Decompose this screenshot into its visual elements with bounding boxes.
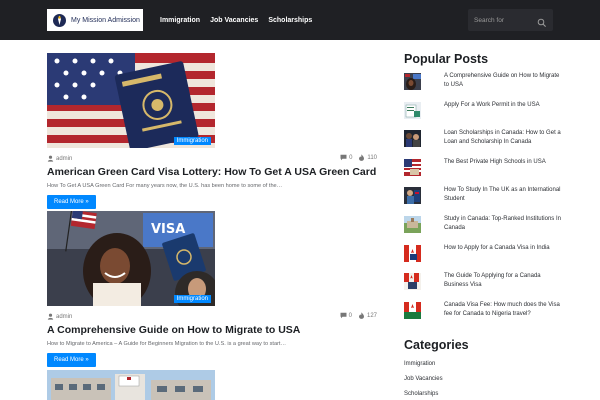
comment-count[interactable]: 0 bbox=[349, 313, 352, 319]
popular-post-item: Loan Scholarships in Canada: How to Get … bbox=[404, 129, 600, 158]
read-more-button[interactable]: Read More » bbox=[47, 353, 96, 367]
popular-post-item: How to Apply for a Canada Visa in India bbox=[404, 244, 600, 273]
popular-post-thumbnail[interactable] bbox=[404, 215, 421, 233]
post-title[interactable]: A Comprehensive Guide on How to Migrate … bbox=[47, 324, 387, 337]
post-meta: admin 0 110 bbox=[47, 154, 387, 163]
categories-list: Immigration Job Vacancies Scholarships bbox=[404, 357, 600, 400]
logo-emblem-icon bbox=[52, 13, 67, 28]
fire-icon bbox=[359, 154, 365, 161]
category-badge[interactable]: Immigration bbox=[173, 137, 211, 145]
post-thumbnail-visa-woman[interactable]: VISA Immigration bbox=[47, 211, 215, 306]
user-icon bbox=[47, 155, 54, 162]
category-link-immigration[interactable]: Immigration bbox=[404, 357, 600, 372]
popular-post-thumbnail[interactable] bbox=[404, 273, 421, 291]
sidebar: Popular Posts A Comprehensive Guide on H… bbox=[404, 52, 600, 400]
comment-count[interactable]: 0 bbox=[349, 155, 352, 161]
post-title[interactable]: American Green Card Visa Lottery: How To… bbox=[47, 166, 387, 179]
nav-item-job-vacancies[interactable]: Job Vacancies bbox=[210, 17, 258, 24]
popular-post-link[interactable]: Apply For a Work Permit in the USA bbox=[444, 101, 564, 110]
post-excerpt: How to Migrate to America – A Guide for … bbox=[47, 341, 287, 347]
post-card: VISA Immigration admin 0 127 A Comprehen… bbox=[47, 211, 387, 367]
popular-post-link[interactable]: Loan Scholarships in Canada: How to Get … bbox=[444, 129, 564, 147]
author-name: admin bbox=[56, 313, 73, 320]
popular-post-link[interactable]: Canada Visa Fee: How much does the Visa … bbox=[444, 301, 564, 319]
post-author[interactable]: admin bbox=[47, 155, 72, 162]
category-link-job-vacancies[interactable]: Job Vacancies bbox=[404, 372, 600, 387]
popular-post-thumbnail[interactable] bbox=[404, 244, 421, 262]
view-count: 110 bbox=[367, 154, 377, 161]
site-logo[interactable]: My Mission Admission bbox=[47, 9, 143, 31]
popular-post-link[interactable]: The Best Private High Schools in USA bbox=[444, 158, 564, 167]
popular-post-item: How To Study In The UK as an Internation… bbox=[404, 186, 600, 215]
popular-posts-list: A Comprehensive Guide on How to Migrate … bbox=[404, 72, 600, 329]
main-nav: Immigration Job Vacancies Scholarships bbox=[160, 0, 322, 40]
popular-post-item: Canada Visa Fee: How much does the Visa … bbox=[404, 301, 600, 330]
popular-post-item: The Best Private High Schools in USA bbox=[404, 158, 600, 187]
site-header: My Mission Admission Immigration Job Vac… bbox=[0, 0, 600, 40]
post-stats: 0 110 bbox=[340, 154, 383, 161]
categories-title: Categories bbox=[404, 338, 469, 353]
view-count: 127 bbox=[366, 312, 377, 319]
search-box bbox=[468, 9, 553, 31]
popular-post-link[interactable]: The Guide To Applying for a Canada Busin… bbox=[444, 272, 564, 290]
logo-text: My Mission Admission bbox=[71, 16, 140, 24]
popular-post-thumbnail[interactable] bbox=[404, 130, 421, 148]
category-badge[interactable]: Immigration bbox=[173, 295, 211, 303]
category-link-scholarships[interactable]: Scholarships bbox=[404, 387, 600, 400]
popular-post-thumbnail[interactable] bbox=[404, 158, 421, 176]
post-card: Immigration admin 0 110 American Green C… bbox=[47, 53, 387, 209]
search-icon[interactable] bbox=[537, 15, 547, 27]
user-icon bbox=[47, 313, 54, 320]
post-thumbnail-passport[interactable]: Immigration bbox=[47, 53, 215, 148]
popular-post-link[interactable]: Study in Canada: Top-Ranked Institutions… bbox=[444, 215, 564, 233]
post-stats: 0 127 bbox=[340, 312, 383, 319]
popular-post-item: Apply For a Work Permit in the USA bbox=[404, 101, 600, 130]
popular-post-link[interactable]: A Comprehensive Guide on How to Migrate … bbox=[444, 72, 564, 90]
popular-post-thumbnail[interactable] bbox=[404, 73, 421, 90]
fire-icon bbox=[358, 312, 364, 319]
comment-icon bbox=[340, 154, 347, 161]
popular-post-thumbnail[interactable] bbox=[404, 187, 421, 205]
post-thumbnail-building[interactable] bbox=[47, 370, 215, 400]
popular-post-item: Study in Canada: Top-Ranked Institutions… bbox=[404, 215, 600, 244]
popular-post-link[interactable]: How to Apply for a Canada Visa in India bbox=[444, 244, 564, 253]
nav-item-immigration[interactable]: Immigration bbox=[160, 17, 200, 24]
nav-item-scholarships[interactable]: Scholarships bbox=[268, 17, 312, 24]
post-author[interactable]: admin bbox=[47, 313, 72, 320]
post-meta: admin 0 127 bbox=[47, 312, 387, 321]
popular-posts-title: Popular Posts bbox=[404, 52, 489, 66]
popular-post-thumbnail[interactable] bbox=[404, 101, 421, 119]
popular-post-item: The Guide To Applying for a Canada Busin… bbox=[404, 272, 600, 301]
read-more-button[interactable]: Read More » bbox=[47, 195, 96, 209]
author-name: admin bbox=[56, 155, 73, 162]
search-input[interactable] bbox=[474, 16, 534, 24]
popular-post-link[interactable]: How To Study In The UK as an Internation… bbox=[444, 186, 564, 204]
popular-post-item: A Comprehensive Guide on How to Migrate … bbox=[404, 72, 600, 101]
popular-post-thumbnail[interactable] bbox=[404, 301, 421, 319]
svg-text:VISA: VISA bbox=[151, 222, 185, 237]
post-excerpt: How To Get A USA Green Card For many yea… bbox=[47, 183, 283, 189]
comment-icon bbox=[340, 312, 347, 319]
